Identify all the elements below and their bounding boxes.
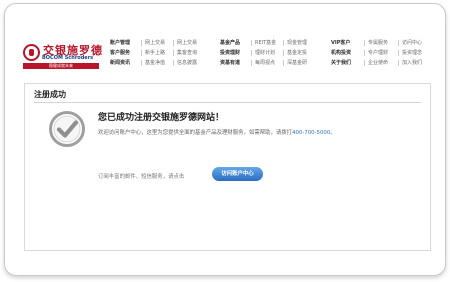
nav-disclosure[interactable]: 信息披露 — [177, 60, 197, 66]
logo-english-name: BOCOM Schroders — [42, 55, 94, 61]
nav-cash-management[interactable]: 现金管理 — [287, 40, 307, 46]
nav-fund-products[interactable]: 基金产品 — [220, 40, 240, 46]
nav-separator — [141, 50, 142, 56]
nav-group-products: 基金产品 REIT基金 现金管理 投资理财 理财计划 基金定投 资基有道 每周视… — [220, 40, 316, 70]
nav-mission[interactable]: 企业使命 — [368, 60, 388, 66]
nav-separator — [173, 40, 174, 46]
nav-about-us[interactable]: 关于我们 — [331, 60, 351, 66]
nav-customer-service[interactable]: 客户服务 — [110, 50, 130, 56]
title-divider — [34, 102, 421, 103]
logo-tagline: 稳健成就未来 — [23, 63, 99, 69]
nav-separator — [251, 60, 252, 66]
registration-success-panel: 注册成功 您已成功注册交银施罗德网站！ 欢迎访问账户中心，这里为您提供全面的基金… — [24, 83, 431, 251]
nav-weekly-view[interactable]: 每周视点 — [255, 60, 275, 66]
nav-separator — [398, 40, 399, 46]
nav-separator — [283, 60, 284, 66]
site-header: 交银施罗德 BOCOM Schroders 稳健成就未来 账户管理 网上交易 网… — [15, 36, 439, 74]
nav-wealth-plan[interactable]: 理财计划 — [255, 50, 275, 56]
nav-separator — [141, 60, 142, 66]
nav-group-accounts: 账户管理 网上交易 网上交易 客户服务 新手上路 集客查询 新闻资讯 基金净值 … — [110, 40, 206, 70]
success-check-icon — [49, 111, 85, 147]
nav-fixed-investment[interactable]: 基金定投 — [287, 50, 307, 56]
description-end: 。 — [330, 130, 336, 136]
nav-reit-fund[interactable]: REIT基金 — [255, 40, 276, 46]
nav-separator — [398, 60, 399, 66]
nav-group-about: VIP客户 专属服务 访问中心 机构投资 专户理财 投资理念 关于我们 企业使命… — [331, 40, 439, 70]
nav-separator — [141, 40, 142, 46]
nav-query[interactable]: 集客查询 — [177, 50, 197, 56]
logo-emblem-icon — [23, 44, 40, 61]
site-logo[interactable]: 交银施罗德 BOCOM Schroders 稳健成就未来 — [23, 42, 103, 72]
nav-separator — [283, 40, 284, 46]
nav-separator — [364, 60, 365, 66]
welcome-description: 欢迎访问账户中心，这里为您提供全面的基金产品及理财服务，如需帮助，请拨打400-… — [98, 128, 336, 136]
nav-separator — [251, 50, 252, 56]
nav-investment[interactable]: 投资理财 — [220, 50, 240, 56]
success-headline: 您已成功注册交银施罗德网站！ — [98, 113, 225, 123]
page-title: 注册成功 — [34, 90, 66, 99]
nav-beginner-guide[interactable]: 新手上路 — [145, 50, 165, 56]
nav-separator — [364, 40, 365, 46]
nav-separator — [173, 50, 174, 56]
nav-separator — [173, 60, 174, 66]
nav-vip-clients[interactable]: VIP客户 — [331, 40, 350, 46]
nav-special-account[interactable]: 专户理财 — [368, 50, 388, 56]
nav-fund-nav[interactable]: 基金净值 — [145, 60, 165, 66]
nav-investment-philosophy[interactable]: 投资理念 — [402, 50, 422, 56]
nav-account-management[interactable]: 账户管理 — [110, 40, 130, 46]
nav-separator — [283, 50, 284, 56]
nav-online-trading-2[interactable]: 网上交易 — [177, 40, 197, 46]
description-text: 欢迎访问账户中心，这里为您提供全面的基金产品及理财服务，如需帮助，请拨打 — [98, 130, 293, 136]
nav-news[interactable]: 新闻资讯 — [110, 60, 130, 66]
hotline-number[interactable]: 400-700-5000 — [292, 130, 330, 136]
browser-window: 交银施罗德 BOCOM Schroders 稳健成就未来 账户管理 网上交易 网… — [4, 3, 446, 276]
nav-visit-center[interactable]: 访问中心 — [402, 40, 422, 46]
nav-fund-insights[interactable]: 资基有道 — [220, 60, 240, 66]
nav-join-us[interactable]: 加入我们 — [402, 60, 422, 66]
nav-exclusive-service[interactable]: 专属服务 — [368, 40, 388, 46]
nav-fund-research[interactable]: 深基金研 — [287, 60, 307, 66]
nav-separator — [364, 50, 365, 56]
subscribe-prompt: 订阅丰富的邮件、短信服务，请点击 — [98, 174, 185, 180]
nav-institutional[interactable]: 机构投资 — [331, 50, 351, 56]
nav-separator — [398, 50, 399, 56]
visit-account-center-button[interactable]: 访问账户中心 — [212, 167, 263, 181]
nav-separator — [251, 40, 252, 46]
nav-online-trading[interactable]: 网上交易 — [145, 40, 165, 46]
